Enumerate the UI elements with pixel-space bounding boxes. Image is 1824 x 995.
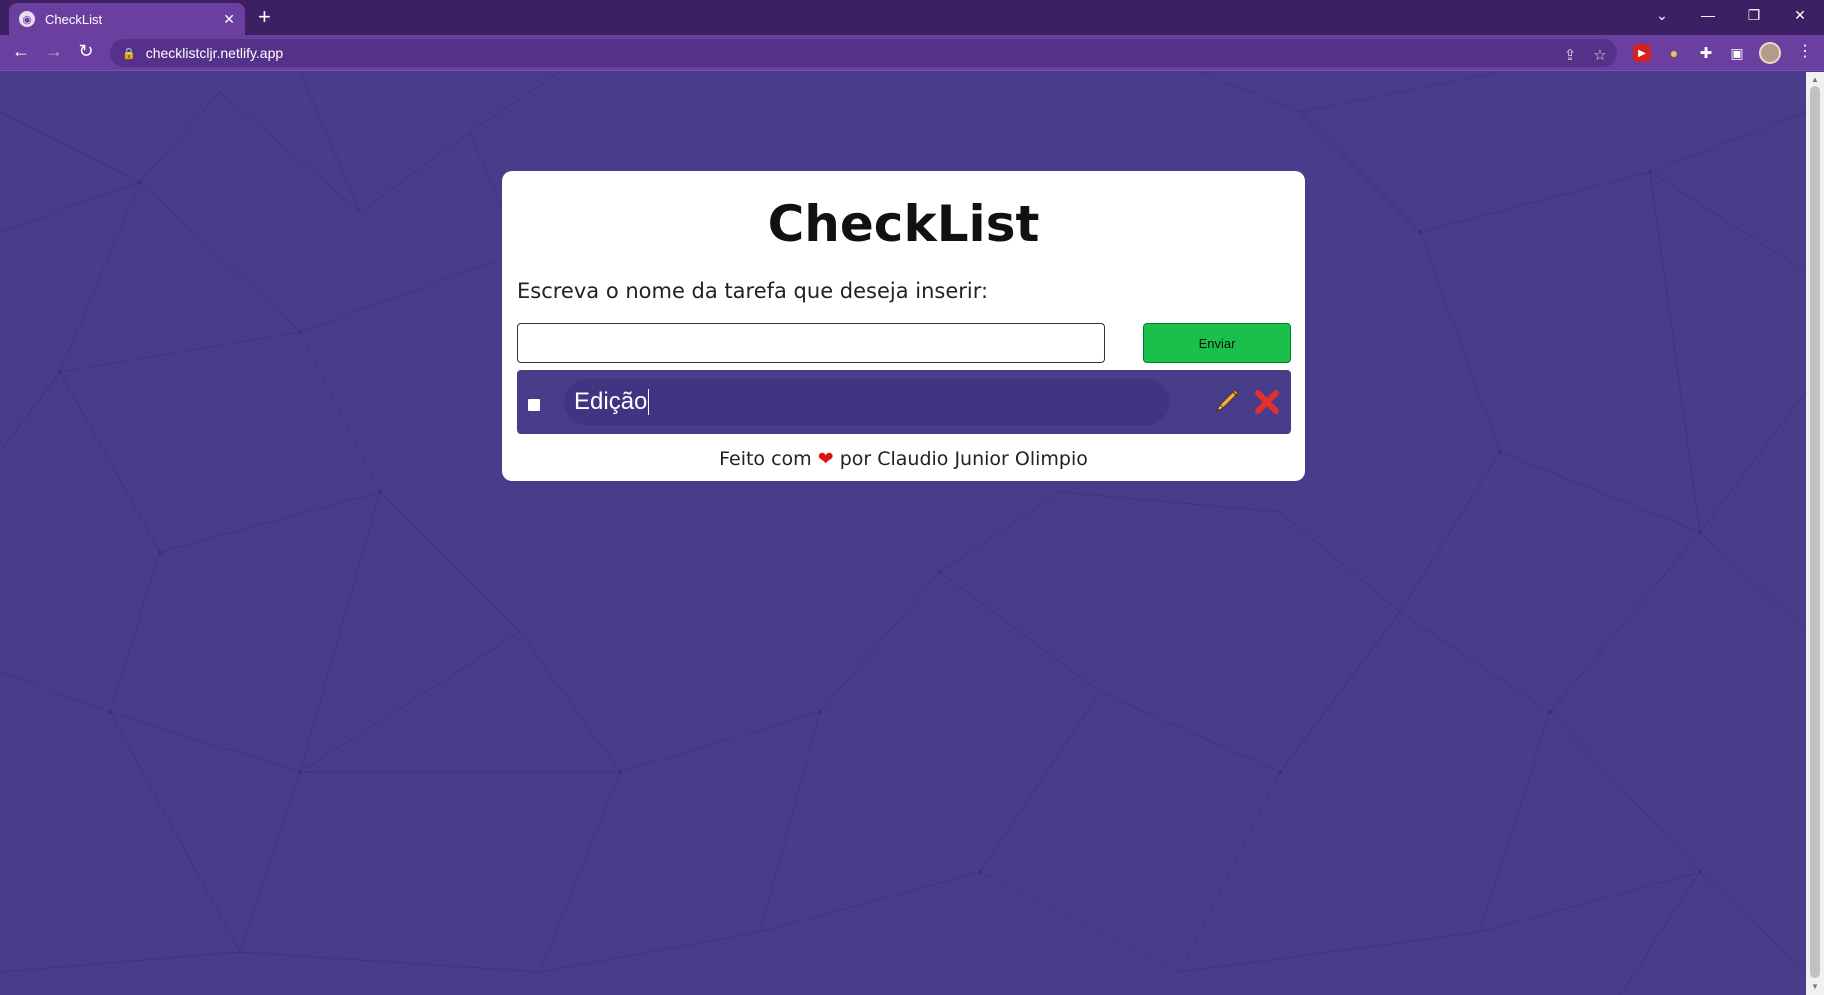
restore-icon[interactable]: ❐ bbox=[1732, 0, 1776, 30]
youtube-ext-icon[interactable]: ▶ bbox=[1633, 44, 1651, 62]
back-icon[interactable]: ← bbox=[9, 41, 33, 62]
address-bar[interactable]: 🔒 checklistcljr.netlify.app ⇪ ☆ bbox=[110, 39, 1617, 67]
window-close-icon[interactable]: ✕ bbox=[1778, 0, 1822, 30]
task-edit-text: Edição bbox=[574, 388, 648, 415]
pencil-edit-icon[interactable] bbox=[1211, 387, 1241, 417]
menu-kebab-icon[interactable]: ⋮ bbox=[1797, 41, 1813, 61]
url-text: checklistcljr.netlify.app bbox=[145, 45, 284, 61]
send-button[interactable]: Enviar bbox=[1143, 323, 1291, 363]
task-checkbox[interactable] bbox=[528, 399, 540, 411]
footer-credit: Feito com ❤ por Claudio Junior Olimpio bbox=[502, 448, 1305, 470]
scrollbar-thumb[interactable] bbox=[1810, 86, 1820, 978]
task-name-input[interactable] bbox=[517, 323, 1105, 363]
browser-tab[interactable]: ◉ CheckList ✕ bbox=[9, 3, 245, 35]
delete-x-icon[interactable] bbox=[1252, 387, 1282, 417]
footer-prefix: Feito com bbox=[719, 448, 812, 470]
reload-icon[interactable]: ↻ bbox=[74, 41, 98, 62]
heart-icon: ❤ bbox=[817, 448, 834, 470]
task-edit-input[interactable]: Edição bbox=[564, 379, 1170, 425]
tab-close-icon[interactable]: ✕ bbox=[223, 11, 235, 28]
tab-title: CheckList bbox=[45, 11, 103, 27]
footer-author: por Claudio Junior Olimpio bbox=[839, 448, 1088, 470]
browser-tab-bar: ◉ CheckList ✕ + ⌄ — ❐ ✕ bbox=[0, 0, 1824, 35]
task-item: Edição bbox=[517, 370, 1291, 434]
minimize-icon[interactable]: — bbox=[1686, 0, 1730, 30]
puzzle-icon[interactable]: ✚ bbox=[1697, 44, 1715, 62]
browser-toolbar: ← → ↻ 🔒 checklistcljr.netlify.app ⇪ ☆ ▶ … bbox=[0, 35, 1824, 71]
tab-search-icon[interactable]: ⌄ bbox=[1640, 0, 1684, 30]
sidepanel-icon[interactable]: ▣ bbox=[1728, 44, 1746, 62]
globe-icon: ◉ bbox=[19, 11, 35, 27]
checklist-card: CheckList Escreva o nome da tarefa que d… bbox=[502, 171, 1305, 481]
page-title: CheckList bbox=[767, 195, 1040, 253]
forward-icon[interactable]: → bbox=[42, 41, 66, 62]
text-caret bbox=[648, 389, 650, 415]
new-tab-button[interactable]: + bbox=[258, 4, 271, 30]
share-icon[interactable]: ⇪ bbox=[1560, 46, 1580, 64]
bookmark-star-icon[interactable]: ☆ bbox=[1590, 46, 1610, 64]
scroll-up-icon[interactable]: ▲ bbox=[1811, 75, 1819, 84]
page-scrollbar[interactable]: ▲ ▼ bbox=[1806, 72, 1824, 995]
task-prompt-label: Escreva o nome da tarefa que deseja inse… bbox=[517, 279, 989, 303]
profile-avatar[interactable] bbox=[1759, 42, 1781, 64]
lock-icon: 🔒 bbox=[122, 47, 136, 60]
scroll-down-icon[interactable]: ▼ bbox=[1811, 982, 1819, 991]
lamp-ext-icon[interactable]: ● bbox=[1665, 44, 1683, 62]
